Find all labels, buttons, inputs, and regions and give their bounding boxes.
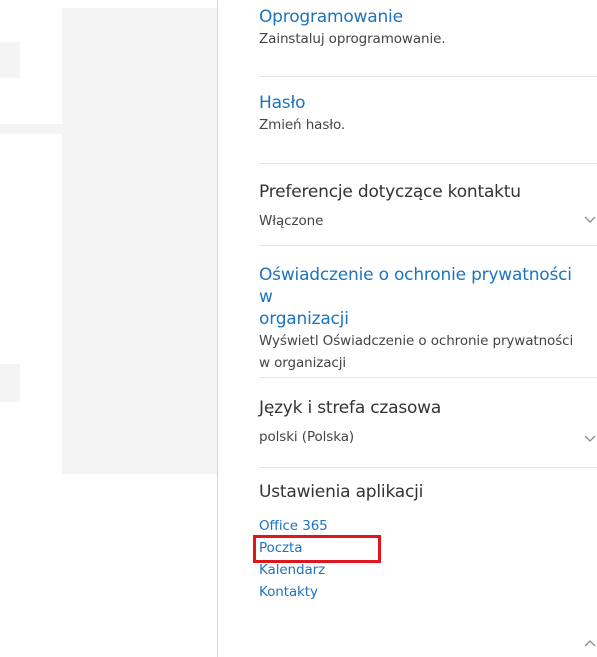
separator [259,163,597,164]
separator [259,377,597,378]
left-strip [0,42,20,78]
separator [259,76,597,77]
software-desc: Zainstaluj oprogramowanie. [259,31,446,47]
privacy-link-line1[interactable]: Oświadczenie o ochronie prywatności w [259,264,589,308]
left-strip [0,124,62,134]
chevron-down-icon[interactable] [583,213,597,227]
app-link-office365[interactable]: Office 365 [259,515,589,537]
app-settings-links: Office 365 Poczta Kalendarz Kontakty [253,515,589,603]
app-settings-title: Ustawienia aplikacji [259,482,424,502]
contact-preferences-title: Preferencje dotyczące kontaktu [259,182,521,202]
contact-preferences-value: Włączone [259,213,324,229]
left-strip [0,364,20,402]
language-title: Język i strefa czasowa [259,398,442,418]
left-panel [62,8,218,474]
password-desc: Zmień hasło. [259,117,346,133]
separator [259,245,597,246]
privacy-link-line2[interactable]: organizacji [259,308,589,330]
chevron-up-icon[interactable] [583,636,597,650]
chevron-down-icon[interactable] [583,432,597,446]
app-link-mail[interactable]: Poczta [253,535,589,563]
separator [259,467,597,468]
language-value: polski (Polska) [259,429,355,445]
language-section[interactable]: Język i strefa czasowa polski (Polska) [259,397,596,448]
privacy-desc-line2: w organizacji [259,355,347,371]
app-settings-section: Ustawienia aplikacji Office 365 Poczta K… [253,481,589,603]
software-link[interactable]: Oprogramowanie [259,6,589,28]
app-link-contacts[interactable]: Kontakty [259,581,589,603]
software-section[interactable]: Oprogramowanie Zainstaluj oprogramowanie… [259,6,589,50]
highlight-box [253,535,381,563]
password-link[interactable]: Hasło [259,92,589,114]
contact-preferences-section[interactable]: Preferencje dotyczące kontaktu Włączone [259,181,596,232]
privacy-desc-line1: Wyświetl Oświadczenie o ochronie prywatn… [259,333,574,349]
vertical-divider [217,0,218,657]
privacy-section[interactable]: Oświadczenie o ochronie prywatności w or… [259,264,589,374]
password-section[interactable]: Hasło Zmień hasło. [259,92,589,136]
